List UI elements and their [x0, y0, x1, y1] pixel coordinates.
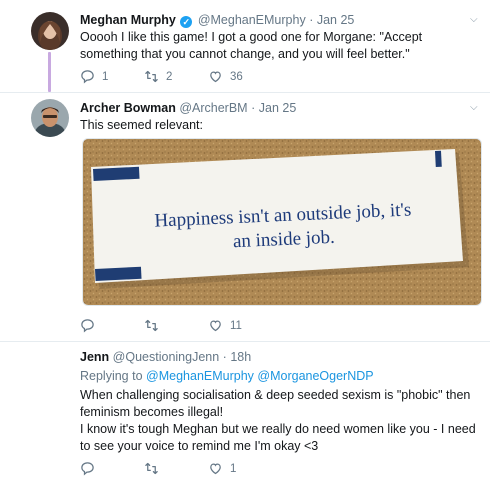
reply-button[interactable]	[80, 318, 102, 333]
tweet-date[interactable]: Jan 25	[317, 13, 355, 27]
retweet-icon	[145, 319, 158, 332]
tweet-paragraph: I know it's tough Meghan but we really d…	[80, 422, 476, 453]
tweet-header: Meghan Murphy ✓ @MeghanEMurphy · Jan 25	[80, 13, 354, 28]
tweet-paragraph: When challenging socialisation & deep se…	[80, 388, 471, 419]
chevron-down-icon[interactable]: ⌵	[470, 14, 478, 25]
retweet-button[interactable]	[144, 461, 166, 476]
tweet-date[interactable]: 18h	[230, 350, 251, 364]
tweet-date[interactable]: Jan 25	[259, 101, 297, 115]
reply-icon	[81, 70, 94, 84]
heart-icon	[210, 320, 221, 332]
tweet-text: This seemed relevant:	[80, 118, 203, 132]
fortune-cookie-photo: Happiness isn't an outside job, it's an …	[83, 139, 481, 305]
like-button[interactable]: 11	[208, 318, 242, 333]
avatar-image	[31, 12, 69, 50]
heart-icon	[210, 463, 221, 475]
reply-icon	[81, 462, 94, 476]
display-name[interactable]: Archer Bowman	[80, 101, 176, 115]
user-handle[interactable]: @ArcherBM	[179, 101, 247, 115]
separator-dot: ·	[251, 101, 256, 115]
replying-to-label: Replying to	[80, 369, 143, 383]
display-name[interactable]: Jenn	[80, 350, 109, 364]
avatar-image	[31, 99, 69, 137]
retweet-count: 2	[166, 70, 173, 83]
verified-badge-icon: ✓	[180, 16, 193, 28]
retweet-icon	[145, 70, 158, 83]
like-button[interactable]: 1	[208, 461, 236, 476]
divider	[0, 92, 490, 93]
chevron-down-icon[interactable]: ⌵	[470, 102, 478, 113]
tweet-text: When challenging socialisation & deep se…	[80, 387, 478, 455]
tweet-header: Archer Bowman @ArcherBM · Jan 25	[80, 101, 296, 115]
user-handle[interactable]: @QuestioningJenn	[113, 350, 220, 364]
thread-line	[48, 52, 51, 92]
like-count: 1	[230, 462, 237, 475]
reply-button[interactable]	[80, 461, 102, 476]
divider	[0, 341, 490, 342]
like-button[interactable]: 36	[208, 69, 243, 84]
replying-to: Replying to @MeghanEMurphy @MorganeOgerN…	[80, 369, 374, 383]
user-handle[interactable]: @MeghanEMurphy	[198, 13, 306, 27]
retweet-icon	[145, 462, 158, 475]
avatar[interactable]	[31, 99, 69, 137]
mention-link[interactable]: @MeghanEMurphy	[146, 369, 254, 383]
like-count: 11	[230, 319, 242, 332]
tweet-header: Jenn @QuestioningJenn · 18h	[80, 350, 251, 364]
heart-icon	[210, 71, 221, 83]
reply-icon	[81, 319, 94, 333]
avatar[interactable]	[31, 12, 69, 50]
retweet-button[interactable]	[144, 318, 166, 333]
like-count: 36	[230, 70, 243, 83]
retweet-button[interactable]: 2	[144, 69, 172, 84]
reply-button[interactable]: 1	[80, 69, 108, 84]
fortune-line-2: an inside job.	[233, 227, 336, 252]
tweet-text: Ooooh I like this game! I got a good one…	[80, 30, 423, 61]
display-name[interactable]: Meghan Murphy	[80, 13, 176, 27]
reply-count: 1	[102, 70, 109, 83]
separator-dot: ·	[309, 13, 314, 27]
tweet-image[interactable]: Happiness isn't an outside job, it's an …	[82, 138, 482, 306]
mention-link[interactable]: @MorganeOgerNDP	[257, 369, 373, 383]
separator-dot: ·	[222, 350, 227, 364]
